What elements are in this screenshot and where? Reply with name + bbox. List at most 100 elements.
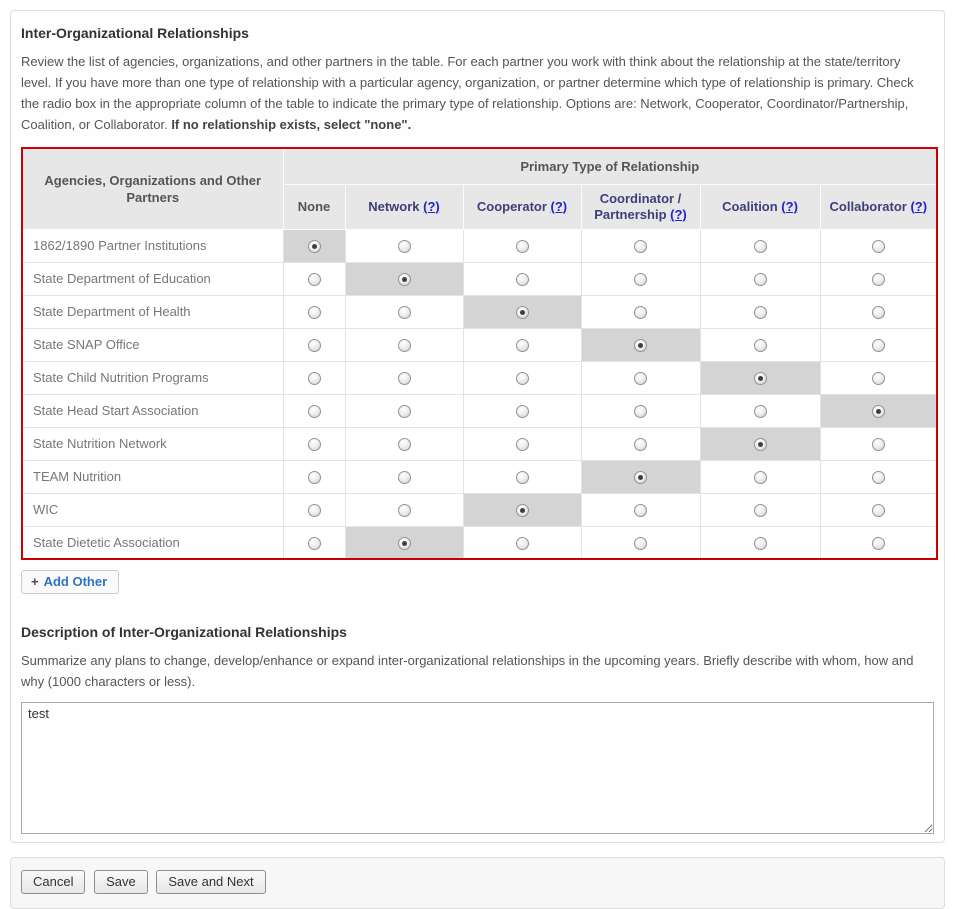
radio-row6-network[interactable] (397, 438, 411, 452)
column-label: Cooperator (476, 198, 551, 214)
radio-row3-coalition[interactable] (753, 339, 767, 353)
radio-row7-coordinator-partnership[interactable] (634, 471, 647, 485)
radio-row4-coalition[interactable] (753, 372, 767, 386)
radio-row1-coordinator-partnership[interactable] (634, 273, 647, 287)
radio-row0-network[interactable] (397, 240, 411, 254)
radio-cell (462, 360, 582, 395)
save-and-next-button[interactable]: Save and Next (156, 870, 266, 894)
radio-row2-collaborator[interactable] (871, 306, 885, 320)
radio-row8-none[interactable] (307, 504, 321, 518)
radio-row0-cooperator[interactable] (515, 240, 529, 254)
radio-cell (344, 525, 464, 560)
radio-row1-network[interactable] (397, 273, 411, 287)
radio-row2-coordinator-partnership[interactable] (634, 306, 647, 320)
radio-cell (580, 228, 701, 263)
radio-row0-coordinator-partnership[interactable] (634, 240, 647, 254)
corner-header: Agencies, Organizations and Other Partne… (21, 147, 284, 230)
save-button[interactable]: Save (94, 870, 148, 894)
radio-cell (282, 492, 346, 527)
radio-row5-coalition[interactable] (753, 405, 767, 419)
page-title: Inter-Organizational Relationships (21, 25, 249, 41)
radio-cell (699, 525, 821, 560)
radio-cell (344, 360, 464, 395)
radio-row4-collaborator[interactable] (871, 372, 885, 386)
radio-cell (462, 228, 582, 263)
radio-row9-none[interactable] (307, 536, 321, 550)
radio-row3-cooperator[interactable] (515, 339, 529, 353)
add-other-button[interactable]: + Add Other (21, 570, 120, 594)
radio-row8-cooperator[interactable] (515, 504, 529, 518)
relationship-table: Agencies, Organizations and Other Partne… (21, 147, 939, 560)
radio-row7-cooperator[interactable] (515, 471, 529, 485)
radio-cell (344, 261, 464, 296)
radio-row4-cooperator[interactable] (515, 372, 529, 386)
radio-row8-coalition[interactable] (753, 504, 767, 518)
radio-row5-collaborator[interactable] (871, 405, 885, 419)
radio-row2-none[interactable] (307, 306, 321, 320)
radio-cell (282, 525, 346, 560)
radio-row0-none[interactable] (307, 240, 321, 254)
radio-row6-none[interactable] (307, 438, 321, 452)
radio-row7-collaborator[interactable] (871, 471, 885, 485)
radio-row5-none[interactable] (307, 405, 321, 419)
partner-name: State Department of Health (21, 294, 284, 329)
radio-row8-network[interactable] (397, 504, 411, 518)
radio-row6-coordinator-partnership[interactable] (634, 438, 647, 452)
radio-cell (580, 360, 701, 395)
radio-row5-coordinator-partnership[interactable] (634, 405, 647, 419)
radio-row8-coordinator-partnership[interactable] (634, 504, 647, 518)
radio-row4-none[interactable] (307, 372, 321, 386)
radio-row1-coalition[interactable] (753, 273, 767, 287)
radio-row7-coalition[interactable] (753, 471, 767, 485)
radio-row3-collaborator[interactable] (871, 339, 885, 353)
help-link-icon[interactable]: (?) (423, 199, 440, 214)
radio-cell (819, 525, 938, 560)
radio-row0-collaborator[interactable] (871, 240, 885, 254)
radio-row2-coalition[interactable] (753, 306, 767, 320)
radio-cell (344, 459, 464, 494)
radio-row9-collaborator[interactable] (871, 536, 885, 550)
radio-cell (699, 360, 821, 395)
radio-row4-coordinator-partnership[interactable] (634, 372, 647, 386)
radio-row2-network[interactable] (397, 306, 411, 320)
radio-row9-coalition[interactable] (753, 536, 767, 550)
radio-cell (344, 426, 464, 461)
partner-name: TEAM Nutrition (21, 459, 284, 494)
radio-row4-network[interactable] (397, 372, 411, 386)
radio-row3-none[interactable] (307, 339, 321, 353)
radio-cell (699, 393, 821, 428)
column-header-network: Network (?) (344, 183, 464, 230)
radio-row7-none[interactable] (307, 471, 321, 485)
description-instructions: Summarize any plans to change, develop/e… (21, 653, 914, 689)
column-label: Network (368, 198, 424, 214)
help-link-icon[interactable]: (?) (670, 207, 687, 222)
radio-row5-cooperator[interactable] (515, 405, 529, 419)
radio-row0-coalition[interactable] (753, 240, 767, 254)
radio-row1-cooperator[interactable] (515, 273, 529, 287)
radio-row9-network[interactable] (397, 536, 411, 550)
radio-row6-coalition[interactable] (753, 438, 767, 452)
radio-row3-network[interactable] (397, 339, 411, 353)
radio-row7-network[interactable] (397, 471, 411, 485)
radio-row5-network[interactable] (397, 405, 411, 419)
column-header-coordinator-partnership: Coordinator / Partnership (?) (580, 183, 701, 230)
radio-row1-none[interactable] (307, 273, 321, 287)
radio-row9-coordinator-partnership[interactable] (634, 536, 647, 550)
help-link-icon[interactable]: (?) (910, 199, 927, 214)
radio-row1-collaborator[interactable] (871, 273, 885, 287)
radio-row9-cooperator[interactable] (515, 536, 529, 550)
radio-cell (344, 228, 464, 263)
partner-name: WIC (21, 492, 284, 527)
radio-row2-cooperator[interactable] (515, 306, 529, 320)
radio-row6-cooperator[interactable] (515, 438, 529, 452)
table-row: State SNAP Office (21, 327, 938, 362)
description-textarea[interactable]: test (21, 702, 934, 834)
radio-row8-collaborator[interactable] (871, 504, 885, 518)
table-row: State Head Start Association (21, 393, 938, 428)
help-link-icon[interactable]: (?) (551, 199, 568, 214)
radio-cell (462, 327, 582, 362)
radio-row3-coordinator-partnership[interactable] (634, 339, 647, 353)
cancel-button[interactable]: Cancel (21, 870, 86, 894)
radio-row6-collaborator[interactable] (871, 438, 885, 452)
help-link-icon[interactable]: (?) (781, 199, 798, 214)
